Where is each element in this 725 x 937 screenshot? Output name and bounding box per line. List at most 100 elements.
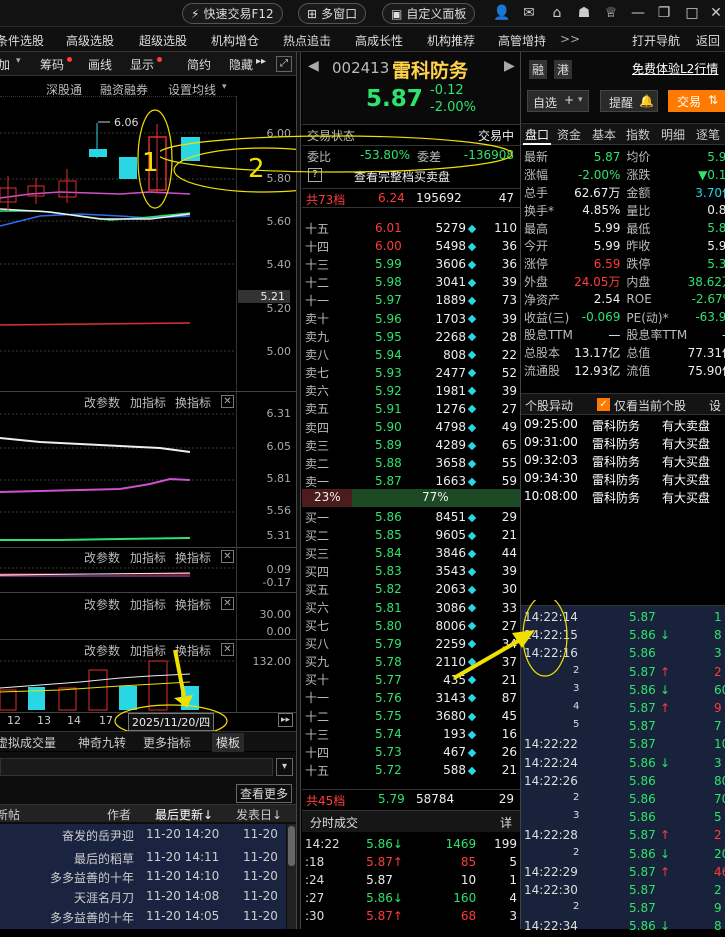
ask-row[interactable]: 十四 6.00 5498 36 bbox=[305, 237, 517, 255]
menu-item[interactable]: 高管增持 bbox=[498, 32, 546, 49]
ask-row[interactable]: 卖三 5.89 4289 65 bbox=[305, 436, 517, 454]
event-row[interactable]: 09:32:03 雷科防务 有大买盘 bbox=[524, 453, 724, 471]
switch-indicator-button[interactable]: 换指标 bbox=[175, 596, 211, 613]
ask-row[interactable]: 十三 5.99 3606 36 bbox=[305, 255, 517, 273]
next-stock-icon[interactable]: ▶ bbox=[504, 58, 515, 74]
bid-row[interactable]: 十一 5.76 3143 87 bbox=[305, 689, 517, 707]
event-row[interactable]: 09:31:00 雷科防务 有大买盘 bbox=[524, 435, 724, 453]
settings-button[interactable]: 设 bbox=[709, 397, 721, 414]
col-author[interactable]: 作者 bbox=[107, 806, 131, 823]
sub-chart-1[interactable]: 改参数 加指标 换指标 ✕ 6.31 6.05 5.81 5.56 5.31 bbox=[0, 392, 296, 547]
draw-line-button[interactable]: 画线 bbox=[88, 56, 112, 73]
col-last-update[interactable]: 最后更新↓ bbox=[155, 806, 213, 823]
fullscreen-icon[interactable]: ⤢ bbox=[276, 56, 292, 72]
l2-trial-link[interactable]: 免费体验L2行情 bbox=[632, 60, 718, 77]
user-icon[interactable]: 👤 bbox=[493, 5, 510, 21]
watchlist-button[interactable]: 自选 + ▾ bbox=[527, 90, 589, 112]
bid-row[interactable]: 十三 5.74 193 16 bbox=[305, 725, 517, 743]
shirt-icon[interactable]: ☗ bbox=[576, 5, 592, 21]
tab-basic[interactable]: 基本 bbox=[592, 126, 616, 143]
ask-row[interactable]: 卖四 5.90 4798 49 bbox=[305, 418, 517, 436]
bid-row[interactable]: 十四 5.73 467 26 bbox=[305, 743, 517, 761]
menu-item[interactable]: 高级选股 bbox=[66, 32, 114, 49]
ask-row[interactable]: 十一 5.97 1889 73 bbox=[305, 291, 517, 309]
ask-row[interactable]: 卖六 5.92 1981 39 bbox=[305, 382, 517, 400]
only-current-label[interactable]: 仅看当前个股 bbox=[614, 397, 686, 414]
bid-row[interactable]: 买二 5.85 9605 21 bbox=[305, 526, 517, 544]
add-button[interactable]: 加 bbox=[0, 56, 10, 73]
tab-detail[interactable]: 明细 bbox=[661, 126, 685, 143]
change-params-button[interactable]: 改参数 bbox=[84, 596, 120, 613]
list-item[interactable]: 多多益善的十年 11-20 14:05 11-20 bbox=[0, 909, 286, 929]
list-item[interactable]: 多多益善的十年 11-20 14:10 11-20 bbox=[0, 869, 286, 889]
close-icon[interactable]: ✕ bbox=[221, 597, 234, 610]
custom-panel-button[interactable]: ▣ 自定义面板 bbox=[382, 3, 476, 24]
bid-row[interactable]: 买四 5.83 3543 39 bbox=[305, 562, 517, 580]
tab-tick-by-tick[interactable]: 逐笔 bbox=[696, 126, 720, 143]
bid-row[interactable]: 买三 5.84 3846 44 bbox=[305, 544, 517, 562]
list-item[interactable]: 奋发的岳尹迎 11-20 14:20 11-20 bbox=[0, 827, 286, 847]
minimize-icon[interactable]: — bbox=[630, 5, 646, 21]
trade-button[interactable]: 交易 ⇅ bbox=[668, 90, 725, 112]
bid-row[interactable]: 买五 5.82 2063 30 bbox=[305, 580, 517, 598]
bid-row[interactable]: 买一 5.86 8451 29 bbox=[305, 508, 517, 526]
multi-window-button[interactable]: ⊞ 多窗口 bbox=[298, 3, 367, 24]
menu-item[interactable]: 机构增仓 bbox=[211, 32, 259, 49]
tab-index[interactable]: 指数 bbox=[626, 126, 650, 143]
bid-row[interactable]: 十五 5.72 588 21 bbox=[305, 761, 517, 779]
tab-magic-nine[interactable]: 神奇九转 bbox=[78, 734, 126, 751]
ask-row[interactable]: 卖九 5.95 2268 28 bbox=[305, 328, 517, 346]
bid-row[interactable]: 十二 5.75 3680 45 bbox=[305, 707, 517, 725]
menu-item[interactable]: 条件选股 bbox=[0, 32, 44, 49]
tab-more-indicators[interactable]: 更多指标 bbox=[143, 734, 191, 751]
tab-pankou[interactable]: 盘口 bbox=[523, 126, 552, 145]
splitter[interactable] bbox=[296, 52, 301, 929]
scroll-down-icon[interactable]: ▾ bbox=[276, 758, 293, 776]
ask-row[interactable]: 卖二 5.88 3658 55 bbox=[305, 454, 517, 472]
tab-capital[interactable]: 资金 bbox=[557, 126, 581, 143]
menu-item[interactable]: 超级选股 bbox=[139, 32, 187, 49]
menu-item[interactable]: 热点追击 bbox=[283, 32, 331, 49]
alert-button[interactable]: 提醒 🔔 bbox=[600, 90, 658, 112]
maximize-icon[interactable]: □ bbox=[684, 5, 700, 21]
sub-chart-3[interactable]: 改参数 加指标 换指标 ✕ 30.00 0.00 bbox=[0, 593, 296, 639]
menu-more[interactable]: >> bbox=[560, 32, 580, 46]
menu-item[interactable]: 高成长性 bbox=[355, 32, 403, 49]
display-button[interactable]: 显示 bbox=[130, 56, 154, 73]
menu-item[interactable]: 返回 bbox=[696, 32, 720, 49]
chips-button[interactable]: 筹码 bbox=[40, 56, 64, 73]
ask-row[interactable]: 卖一 5.87 1663 59 bbox=[305, 472, 517, 490]
home-icon[interactable]: ⌂ bbox=[549, 5, 565, 21]
sub-chart-2[interactable]: 改参数 加指标 换指标 ✕ 0.09 -0.17 bbox=[0, 548, 296, 592]
hide-button[interactable]: 隐藏 bbox=[229, 56, 253, 73]
ask-row[interactable]: 十五 6.01 5279 110 bbox=[305, 219, 517, 237]
col-title[interactable]: 新帖 bbox=[0, 806, 20, 823]
simple-button[interactable]: 简约 bbox=[187, 56, 211, 73]
view-more-button[interactable]: 查看更多 bbox=[236, 784, 293, 803]
event-row[interactable]: 09:34:30 雷科防务 有大买盘 bbox=[524, 471, 724, 489]
list-item[interactable]: 天涯名月刀 11-20 14:08 11-20 bbox=[0, 889, 286, 909]
ask-row[interactable]: 卖七 5.93 2477 52 bbox=[305, 364, 517, 382]
ask-row[interactable]: 卖十 5.96 1703 39 bbox=[305, 309, 517, 327]
skin-icon[interactable]: ♕ bbox=[603, 5, 619, 21]
col-post-date[interactable]: 发表日↓ bbox=[236, 806, 282, 823]
add-indicator-button[interactable]: 加指标 bbox=[130, 596, 166, 613]
ask-row[interactable]: 卖五 5.91 1276 27 bbox=[305, 400, 517, 418]
checkbox-icon[interactable]: ✓ bbox=[597, 398, 610, 411]
tab-virtual-volume[interactable]: 虚拟成交量 bbox=[0, 734, 56, 751]
close-icon[interactable]: ✕ bbox=[708, 5, 724, 21]
tab-template[interactable]: 模板 bbox=[212, 733, 245, 752]
prev-stock-icon[interactable]: ◀ bbox=[308, 58, 319, 74]
list-item[interactable]: 最后的稻草 11-20 14:11 11-20 bbox=[0, 850, 286, 870]
mail-icon[interactable]: ✉ bbox=[521, 5, 537, 21]
ticks-detail-button[interactable]: 详 bbox=[500, 814, 512, 831]
stock-name[interactable]: 雷科防务 bbox=[392, 56, 468, 83]
menu-item[interactable]: 打开导航 bbox=[632, 32, 680, 49]
event-row[interactable]: 10:08:00 雷科防务 有大买盘 bbox=[524, 489, 724, 507]
quick-trade-button[interactable]: ⚡ 快速交易F12 bbox=[182, 3, 283, 24]
ask-row[interactable]: 十二 5.98 3041 39 bbox=[305, 273, 517, 291]
scroll-right-icon[interactable]: ▸▸ bbox=[278, 713, 293, 727]
restore-icon[interactable]: ❐ bbox=[656, 5, 672, 21]
event-row[interactable]: 09:25:00 雷科防务 有大卖盘 bbox=[524, 417, 724, 435]
menu-item[interactable]: 机构推荐 bbox=[427, 32, 475, 49]
